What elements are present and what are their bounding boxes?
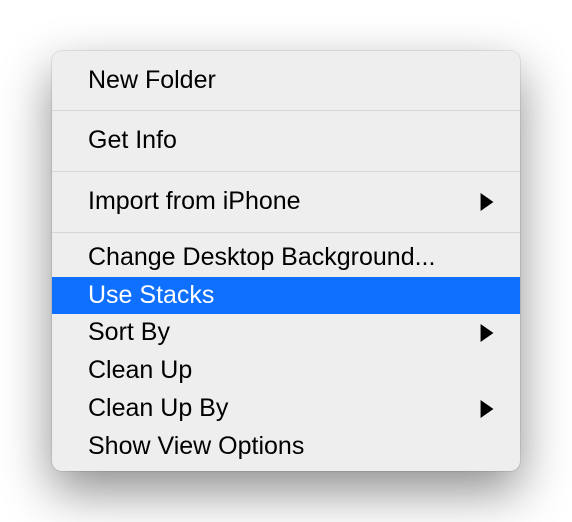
- menu-item-label: New Folder: [88, 64, 216, 98]
- menu-item-clean-up-by[interactable]: Clean Up By: [52, 390, 520, 428]
- menu-item-use-stacks[interactable]: Use Stacks: [52, 277, 520, 315]
- submenu-chevron-icon: [480, 400, 494, 418]
- menu-item-label: Use Stacks: [88, 279, 214, 313]
- submenu-chevron-icon: [480, 324, 494, 342]
- menu-item-label: Get Info: [88, 124, 177, 158]
- menu-item-new-folder[interactable]: New Folder: [52, 57, 520, 105]
- menu-item-get-info[interactable]: Get Info: [52, 117, 520, 165]
- context-menu: New Folder Get Info Import from iPhone C…: [52, 51, 520, 472]
- menu-item-label: Sort By: [88, 316, 170, 350]
- menu-item-label: Import from iPhone: [88, 185, 301, 219]
- menu-separator: [52, 110, 520, 111]
- menu-item-show-view-options[interactable]: Show View Options: [52, 428, 520, 466]
- menu-group: Change Desktop Background... Use Stacks …: [52, 239, 520, 466]
- menu-separator: [52, 171, 520, 172]
- menu-item-label: Change Desktop Background...: [88, 241, 435, 275]
- submenu-chevron-icon: [480, 193, 494, 211]
- menu-item-clean-up[interactable]: Clean Up: [52, 352, 520, 390]
- menu-item-import-from-iphone[interactable]: Import from iPhone: [52, 178, 520, 226]
- menu-item-label: Clean Up By: [88, 392, 228, 426]
- menu-separator: [52, 232, 520, 233]
- menu-item-sort-by[interactable]: Sort By: [52, 314, 520, 352]
- menu-item-label: Clean Up: [88, 354, 192, 388]
- menu-item-change-desktop-background[interactable]: Change Desktop Background...: [52, 239, 520, 277]
- menu-item-label: Show View Options: [88, 430, 304, 464]
